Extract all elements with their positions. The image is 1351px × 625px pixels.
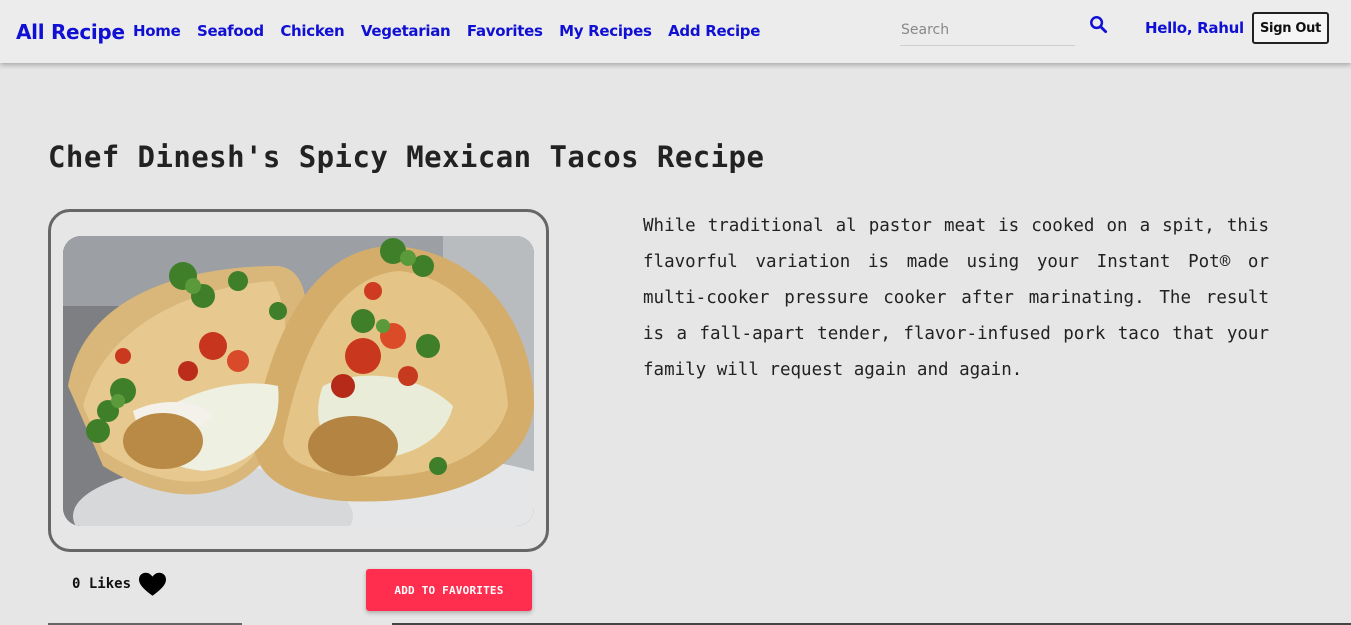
user-greeting: Hello, Rahul — [1145, 19, 1244, 37]
heart-icon[interactable] — [139, 572, 166, 597]
brand-logo[interactable]: All Recipe — [16, 20, 125, 44]
nav-link-vegetarian[interactable]: Vegetarian — [361, 22, 451, 40]
recipe-image-card — [48, 209, 549, 552]
search-input[interactable] — [900, 14, 1075, 46]
search-icon[interactable] — [1089, 15, 1108, 34]
navbar: All Recipe Home Seafood Chicken Vegetari… — [0, 0, 1351, 63]
tacos-photo — [63, 236, 534, 526]
nav-link-favorites[interactable]: Favorites — [467, 22, 543, 40]
nav-link-add-recipe[interactable]: Add Recipe — [668, 22, 760, 40]
nav-links: Home Seafood Chicken Vegetarian Favorite… — [133, 22, 777, 40]
sign-out-button[interactable]: Sign Out — [1252, 12, 1329, 44]
recipe-description: While traditional al pastor meat is cook… — [643, 216, 1269, 380]
recipe-title: Chef Dinesh's Spicy Mexican Tacos Recipe — [48, 140, 765, 174]
recipe-image — [63, 236, 534, 526]
likes-count: 0 Likes — [72, 576, 132, 592]
nav-link-chicken[interactable]: Chicken — [280, 22, 344, 40]
add-to-favorites-button[interactable]: ADD TO FAVORITES — [366, 569, 532, 611]
nav-link-home[interactable]: Home — [133, 22, 181, 40]
nav-link-seafood[interactable]: Seafood — [197, 22, 264, 40]
nav-link-my-recipes[interactable]: My Recipes — [559, 22, 652, 40]
